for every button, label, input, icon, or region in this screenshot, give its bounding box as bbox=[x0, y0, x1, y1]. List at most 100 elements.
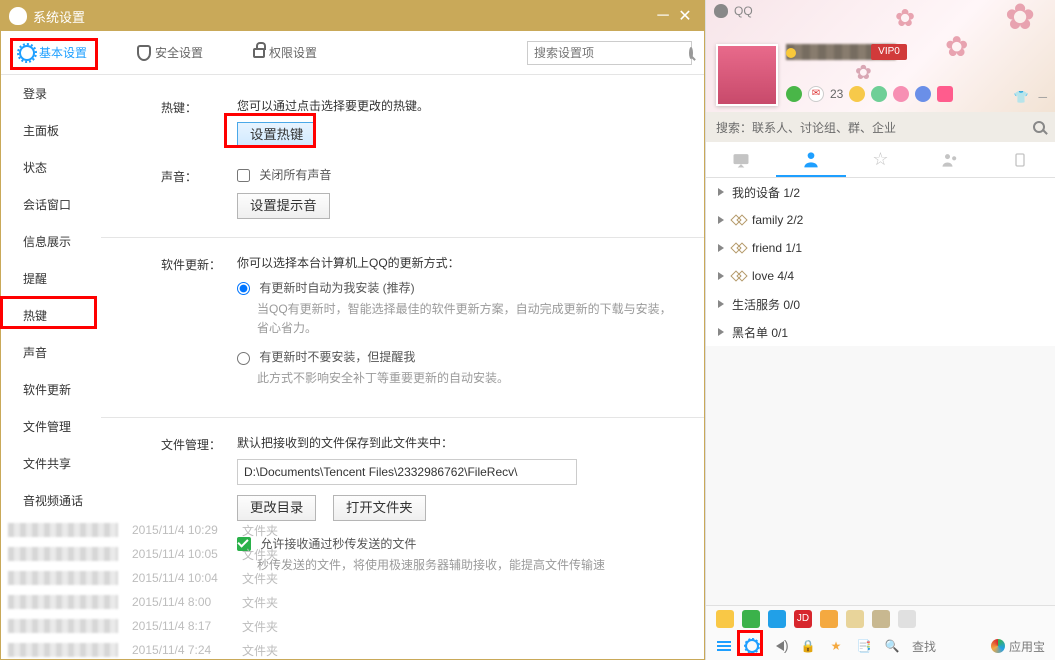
contact-group-1[interactable]: family 2/2 bbox=[706, 206, 1055, 234]
close-all-sound-checkbox[interactable] bbox=[237, 169, 250, 182]
settings-button[interactable] bbox=[744, 638, 760, 654]
nav-basic-label: 基本设置 bbox=[39, 44, 87, 61]
close-all-sound-option[interactable]: 关闭所有声音 bbox=[237, 166, 682, 183]
app-shortcut-icon[interactable] bbox=[716, 610, 734, 628]
cloud-icon[interactable] bbox=[915, 86, 931, 102]
flower-icon: ✿ bbox=[945, 30, 985, 70]
menu-button[interactable] bbox=[716, 638, 732, 654]
nav-permission-settings[interactable]: 权限设置 bbox=[243, 40, 327, 65]
vip-badge: VIP0 bbox=[871, 44, 907, 60]
tab-mobile[interactable] bbox=[985, 142, 1055, 177]
nav-permission-label: 权限设置 bbox=[269, 44, 317, 61]
minimize-button[interactable]: ─ bbox=[1038, 90, 1047, 104]
find-label[interactable]: 查找 bbox=[912, 638, 936, 655]
group-deco-icon bbox=[732, 272, 746, 280]
qzone-icon[interactable] bbox=[786, 86, 802, 102]
contact-group-2[interactable]: friend 1/1 bbox=[706, 234, 1055, 262]
news-icon[interactable] bbox=[893, 86, 909, 102]
wallet-icon[interactable] bbox=[871, 86, 887, 102]
header-sys-buttons: 👕 ─ bbox=[1014, 90, 1047, 104]
tab-contacts[interactable] bbox=[776, 142, 846, 177]
security-button[interactable]: 🔒 bbox=[800, 638, 816, 654]
background-row: 2015/11/4 10:29文件夹 bbox=[0, 518, 705, 542]
sidebar-item-0[interactable]: 登录 bbox=[1, 75, 101, 112]
tab-favorites[interactable]: ☆ bbox=[846, 142, 916, 177]
qq-logo-icon bbox=[714, 4, 728, 18]
nav-security-settings[interactable]: 安全设置 bbox=[127, 40, 213, 65]
app-shortcut-icon[interactable] bbox=[846, 610, 864, 628]
top-nav: 基本设置 安全设置 权限设置 bbox=[1, 31, 704, 75]
sidebar-item-6[interactable]: 热键 bbox=[1, 297, 101, 334]
sound-button[interactable] bbox=[772, 638, 788, 654]
appstore-icon bbox=[991, 639, 1005, 653]
hotkey-label: 热键： bbox=[161, 97, 237, 116]
contact-group-label: 黑名单 0/1 bbox=[732, 324, 788, 341]
set-alert-sound-button[interactable]: 设置提示音 bbox=[237, 193, 330, 219]
avatar[interactable] bbox=[716, 44, 778, 106]
update-notify-radio[interactable] bbox=[237, 352, 250, 365]
appstore-link[interactable]: 应用宝 bbox=[991, 638, 1045, 655]
sidebar-item-1[interactable]: 主面板 bbox=[1, 112, 101, 149]
background-row: 2015/11/4 10:04文件夹 bbox=[0, 566, 705, 590]
nav-basic-settings[interactable]: 基本设置 bbox=[9, 40, 97, 65]
search-input[interactable] bbox=[534, 46, 689, 60]
shop-icon[interactable] bbox=[849, 86, 865, 102]
add-button[interactable]: 📑 bbox=[856, 638, 872, 654]
tab-messages[interactable] bbox=[706, 142, 776, 177]
search-icon bbox=[1033, 121, 1045, 133]
close-button[interactable]: ✕ bbox=[674, 6, 696, 26]
contact-group-4[interactable]: 生活服务 0/0 bbox=[706, 290, 1055, 318]
window-title: 系统设置 bbox=[33, 7, 652, 26]
status-indicator[interactable] bbox=[786, 48, 796, 58]
toolbar-row: 🔒 ★ 📑 🔍 查找 应用宝 bbox=[706, 632, 1055, 660]
sidebar-item-3[interactable]: 会话窗口 bbox=[1, 186, 101, 223]
update-auto-radio[interactable] bbox=[237, 282, 250, 295]
find-icon[interactable]: 🔍 bbox=[884, 638, 900, 654]
sidebar-item-11[interactable]: 音视频通话 bbox=[1, 482, 101, 519]
sidebar-item-5[interactable]: 提醒 bbox=[1, 260, 101, 297]
sound-label: 声音： bbox=[161, 166, 237, 185]
app-shortcut-icon[interactable] bbox=[872, 610, 890, 628]
update-desc: 你可以选择本台计算机上QQ的更新方式： bbox=[237, 254, 682, 271]
nav-security-label: 安全设置 bbox=[155, 44, 203, 61]
sidebar-item-4[interactable]: 信息展示 bbox=[1, 223, 101, 260]
sidebar-item-8[interactable]: 软件更新 bbox=[1, 371, 101, 408]
set-hotkey-button[interactable]: 设置热键 bbox=[237, 122, 316, 148]
update-auto-label: 有更新时自动为我安装 (推荐) bbox=[259, 281, 414, 295]
contact-search[interactable]: 搜索：联系人、讨论组、群、企业 bbox=[706, 112, 1055, 142]
app-shortcut-icon[interactable] bbox=[898, 610, 916, 628]
contact-group-3[interactable]: love 4/4 bbox=[706, 262, 1055, 290]
tab-groups[interactable] bbox=[915, 142, 985, 177]
contact-group-5[interactable]: 黑名单 0/1 bbox=[706, 318, 1055, 346]
settings-search[interactable] bbox=[527, 41, 692, 65]
update-notify-desc: 此方式不影响安全补丁等重要更新的自动安装。 bbox=[257, 369, 682, 388]
sidebar-item-9[interactable]: 文件管理 bbox=[1, 408, 101, 445]
qq-header: ✿ ✿ ✿ ✿ QQ VIP0 ✉ 23 👕 ─ bbox=[706, 0, 1055, 112]
update-auto-option[interactable]: 有更新时自动为我安装 (推荐) bbox=[237, 279, 682, 296]
sidebar-item-10[interactable]: 文件共享 bbox=[1, 445, 101, 482]
favorite-button[interactable]: ★ bbox=[828, 638, 844, 654]
skin-button[interactable]: 👕 bbox=[1014, 90, 1029, 104]
update-notify-label: 有更新时不要安装，但提醒我 bbox=[259, 350, 415, 364]
app-icon[interactable] bbox=[937, 86, 953, 102]
update-notify-option[interactable]: 有更新时不要安装，但提醒我 bbox=[237, 348, 682, 365]
sidebar-item-7[interactable]: 声音 bbox=[1, 334, 101, 371]
file-path-field[interactable]: D:\Documents\Tencent Files\2332986762\Fi… bbox=[237, 459, 577, 485]
sidebar-item-2[interactable]: 状态 bbox=[1, 149, 101, 186]
app-shortcut-icon[interactable] bbox=[768, 610, 786, 628]
app-shortcut-icon[interactable] bbox=[742, 610, 760, 628]
change-dir-button[interactable]: 更改目录 bbox=[237, 495, 316, 521]
contact-group-label: family 2/2 bbox=[752, 213, 803, 227]
minimize-button[interactable]: ─ bbox=[652, 7, 674, 25]
open-dir-button[interactable]: 打开文件夹 bbox=[333, 495, 426, 521]
contact-group-0[interactable]: 我的设备 1/2 bbox=[706, 178, 1055, 206]
hotkey-desc: 您可以通过点击选择要更改的热键。 bbox=[237, 97, 682, 114]
file-path-value: D:\Documents\Tencent Files\2332986762\Fi… bbox=[244, 465, 517, 479]
chevron-right-icon bbox=[718, 244, 724, 252]
jd-icon[interactable]: JD bbox=[794, 610, 812, 628]
background-row: 2015/11/4 8:17文件夹 bbox=[0, 614, 705, 638]
appstore-label: 应用宝 bbox=[1009, 638, 1045, 655]
shield-icon bbox=[137, 45, 151, 61]
app-shortcut-icon[interactable] bbox=[820, 610, 838, 628]
mail-icon[interactable]: ✉ bbox=[808, 86, 824, 102]
